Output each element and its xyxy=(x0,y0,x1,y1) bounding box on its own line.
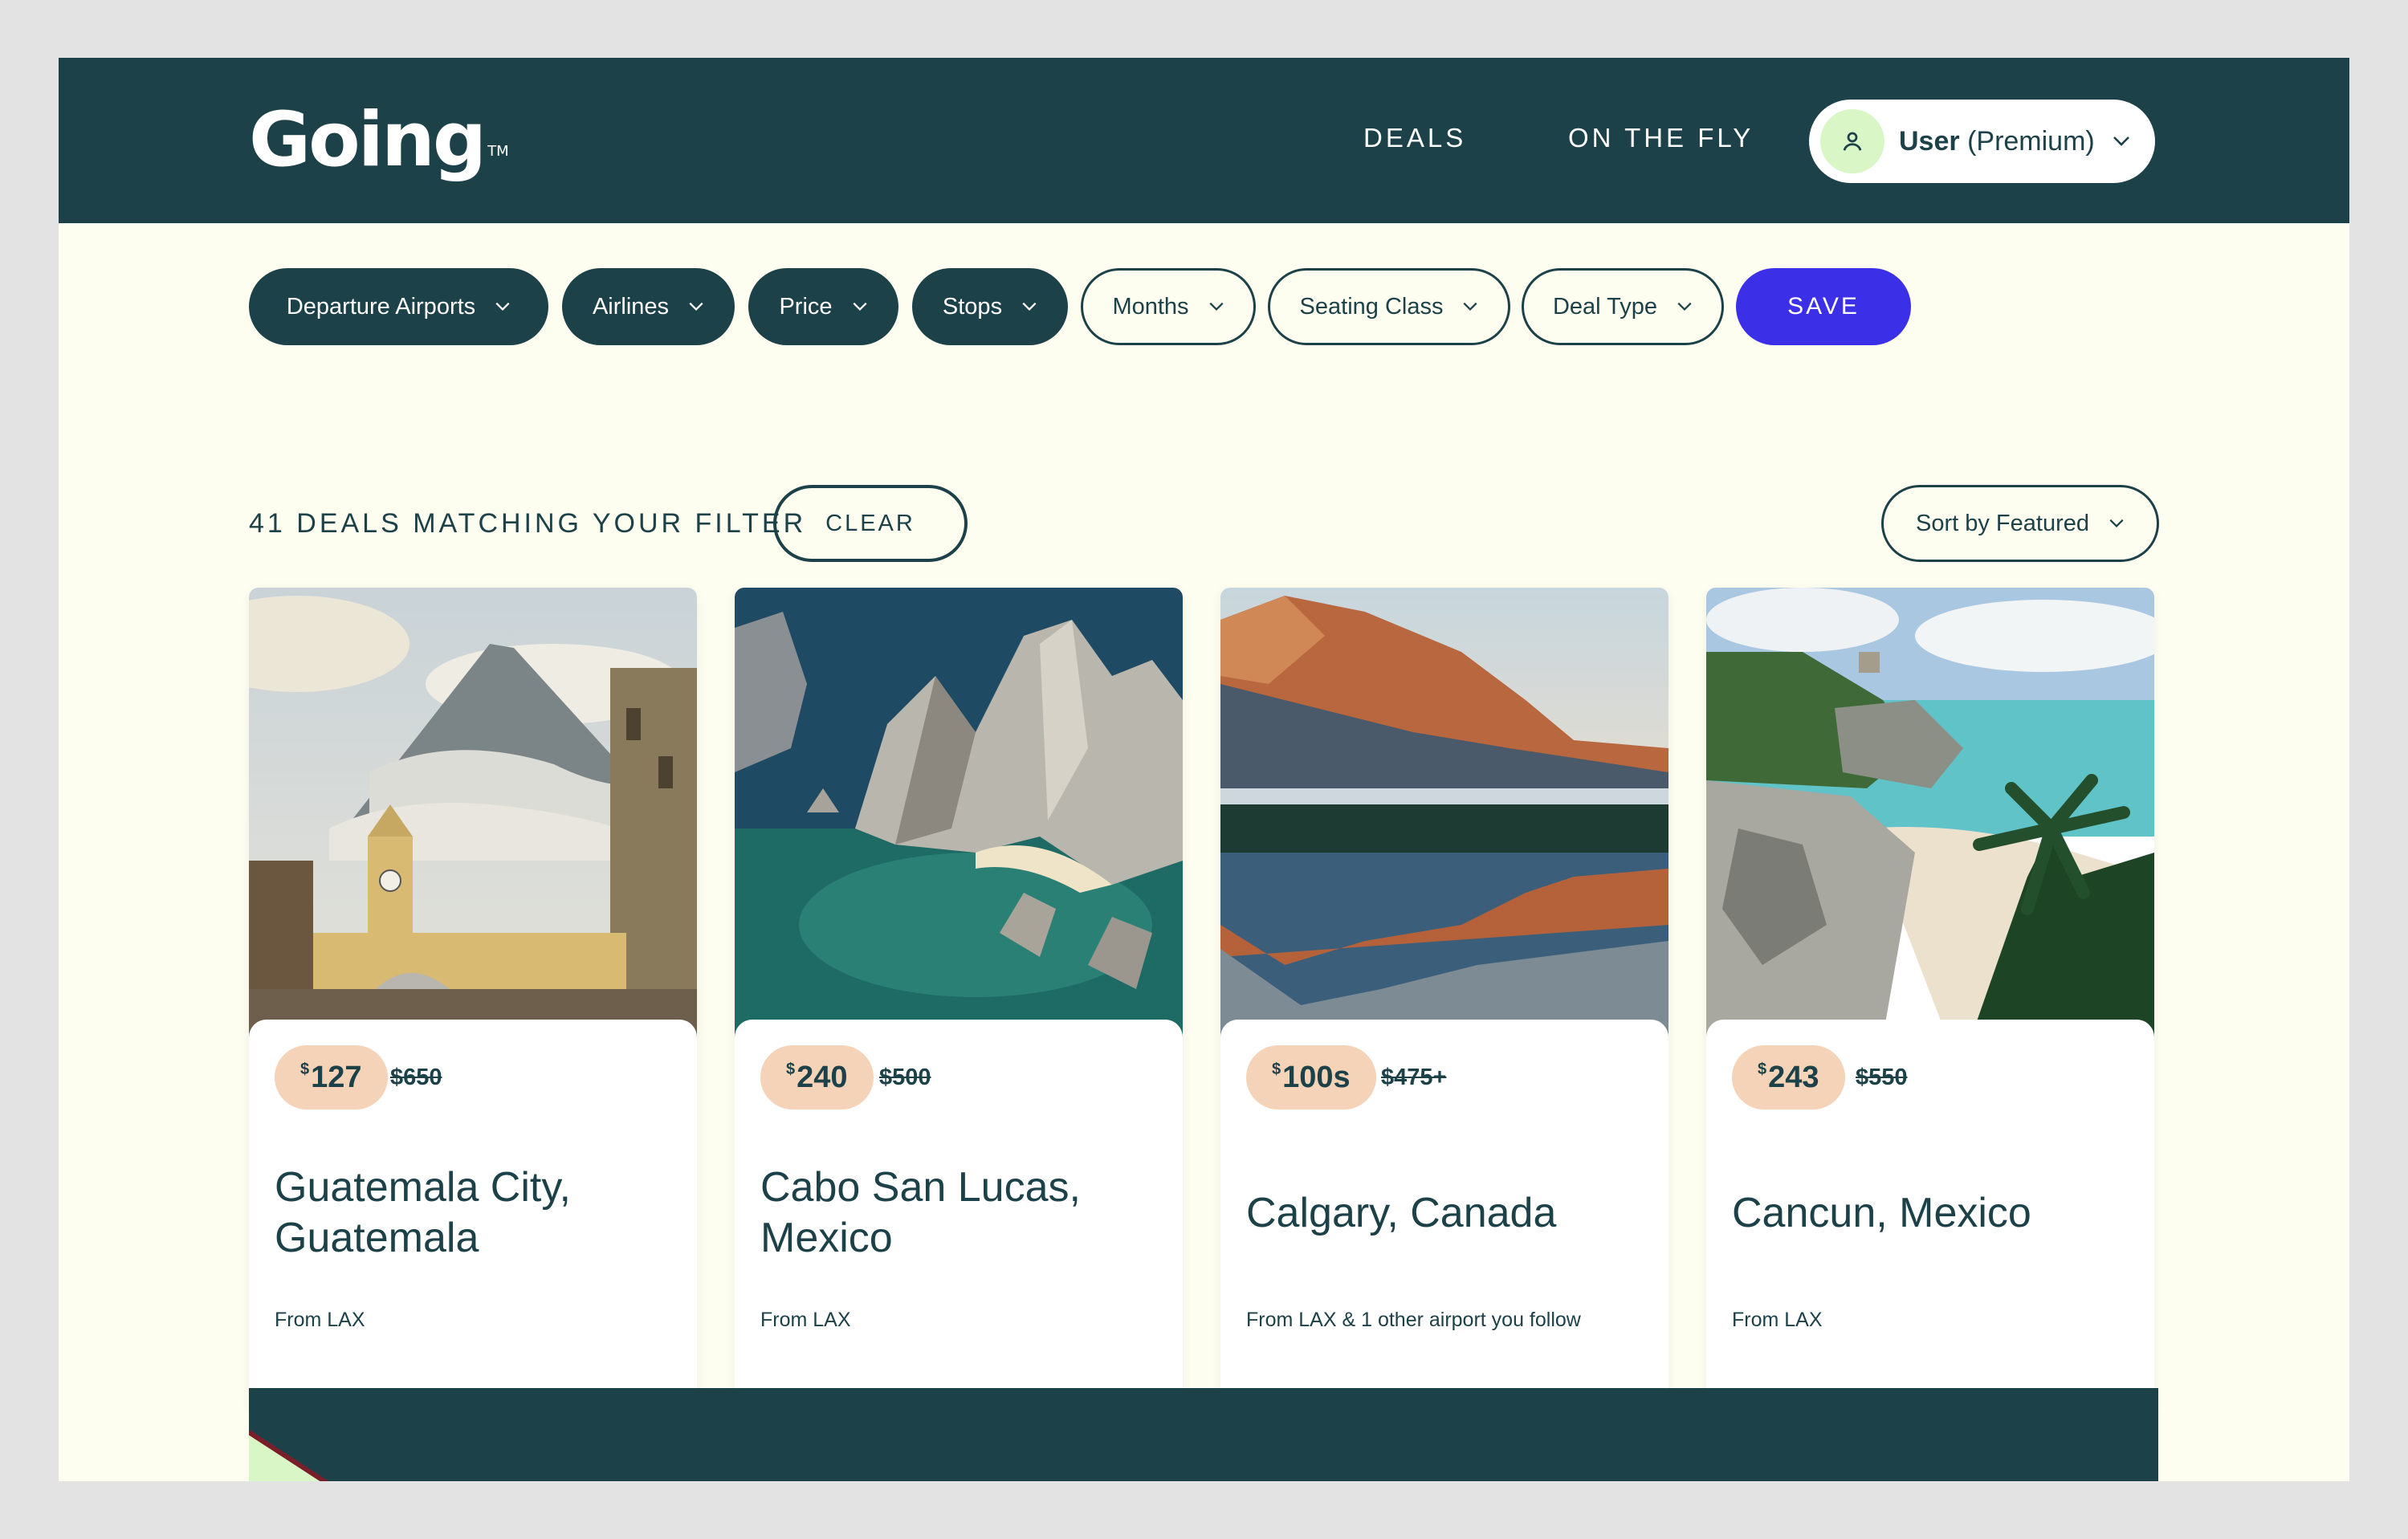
filter-label: Airlines xyxy=(592,293,670,320)
filter-label: Seating Class xyxy=(1299,293,1444,320)
nav-on-the-fly-link[interactable]: ON THE FLY xyxy=(1568,122,1754,154)
deal-price: 243 xyxy=(1768,1060,1819,1094)
chevron-down-icon xyxy=(495,302,510,311)
chevron-down-icon xyxy=(2113,136,2129,146)
filter-months[interactable]: Months xyxy=(1081,268,1256,345)
deal-card-body: $127 $650 Guatemala City, Guatemala From … xyxy=(249,1020,697,1409)
filter-label: Price xyxy=(779,293,833,320)
sort-dropdown[interactable]: Sort by Featured xyxy=(1881,485,2159,562)
deal-price: 100s xyxy=(1282,1060,1351,1094)
chevron-down-icon xyxy=(2109,519,2124,528)
calgary-mountain-lake-image xyxy=(1220,588,1668,1037)
cancun-beach-palm-image xyxy=(1706,588,2154,1037)
currency-symbol: $ xyxy=(1272,1060,1281,1078)
guatemala-arch-volcano-image xyxy=(249,588,697,1037)
filter-deal-type[interactable]: Deal Type xyxy=(1522,268,1724,345)
chevron-down-icon xyxy=(1209,302,1224,311)
user-name: User xyxy=(1899,125,1960,157)
top-header: Going TM DEALS ON THE FLY User (Premium) xyxy=(59,58,2349,223)
deal-price: 127 xyxy=(311,1060,362,1094)
currency-symbol: $ xyxy=(300,1060,310,1078)
deal-card-cancun[interactable]: $243 $550 Cancun, Mexico From LAX xyxy=(1706,588,2154,1409)
going-logo[interactable]: Going TM xyxy=(249,96,509,185)
cabo-rocks-sea-image xyxy=(735,588,1183,1037)
deal-card-calgary[interactable]: $100s $475+ Calgary, Canada From LAX & 1… xyxy=(1220,588,1668,1409)
user-menu-button[interactable]: User (Premium) xyxy=(1809,100,2155,183)
destination-name: Calgary, Canada xyxy=(1246,1188,1648,1239)
deal-card-body: $243 $550 Cancun, Mexico From LAX xyxy=(1706,1020,2154,1409)
chevron-down-icon xyxy=(1022,302,1037,311)
departure-info: From LAX xyxy=(760,1309,851,1331)
logo-text: Going xyxy=(249,96,487,184)
chevron-down-icon xyxy=(1677,302,1692,311)
user-icon xyxy=(1843,132,1862,151)
user-plan: (Premium) xyxy=(1967,125,2095,157)
destination-line-1: Guatemala City, xyxy=(275,1164,571,1211)
filter-departure-airports[interactable]: Departure Airports xyxy=(249,268,548,345)
price-badge: $127 xyxy=(275,1045,388,1109)
avatar xyxy=(1820,109,1884,173)
price-badge: $243 xyxy=(1732,1045,1845,1109)
deals-count-label: 41 DEALS MATCHING YOUR FILTER xyxy=(249,508,807,539)
clear-filters-button[interactable]: CLEAR xyxy=(773,485,968,562)
deal-price: 240 xyxy=(797,1060,848,1094)
destination-name: Cancun, Mexico xyxy=(1732,1188,2133,1239)
filter-stops[interactable]: Stops xyxy=(912,268,1068,345)
filter-label: Stops xyxy=(942,293,1003,320)
promo-banner xyxy=(249,1388,2158,1481)
departure-info: From LAX xyxy=(1732,1309,1823,1331)
logo-trademark: TM xyxy=(487,143,509,160)
price-badge: $240 xyxy=(760,1045,874,1109)
user-name-label: User (Premium) xyxy=(1899,126,2095,157)
filter-label: Deal Type xyxy=(1552,293,1658,320)
filter-label: Months xyxy=(1112,293,1189,320)
chevron-down-icon xyxy=(853,302,867,311)
filter-label: Departure Airports xyxy=(286,293,476,320)
filter-price[interactable]: Price xyxy=(748,268,898,345)
original-price: $500 xyxy=(879,1065,931,1090)
price-badge: $100s xyxy=(1246,1045,1376,1109)
destination-name: Guatemala City, Guatemala xyxy=(275,1162,676,1264)
currency-symbol: $ xyxy=(1758,1060,1767,1078)
destination-line-2: Guatemala xyxy=(275,1215,479,1261)
save-button[interactable]: SAVE xyxy=(1736,268,1911,345)
nav-deals-link[interactable]: DEALS xyxy=(1363,122,1466,154)
sort-label: Sort by Featured xyxy=(1916,510,2089,536)
destination-line-1: Calgary, Canada xyxy=(1246,1190,1557,1236)
destination-line-1: Cancun, Mexico xyxy=(1732,1190,2031,1236)
deal-card-body: $240 $500 Cabo San Lucas, Mexico From LAX xyxy=(735,1020,1183,1409)
chevron-down-icon xyxy=(1463,302,1477,311)
deal-card-guatemala[interactable]: $127 $650 Guatemala City, Guatemala From … xyxy=(249,588,697,1409)
filter-airlines[interactable]: Airlines xyxy=(562,268,735,345)
deal-card-cabo-san-lucas[interactable]: $240 $500 Cabo San Lucas, Mexico From LAX xyxy=(735,588,1183,1409)
original-price: $475+ xyxy=(1381,1065,1447,1090)
destination-line-1: Cabo San Lucas, xyxy=(760,1164,1081,1211)
banner-decoration xyxy=(249,1430,329,1481)
deal-card-body: $100s $475+ Calgary, Canada From LAX & 1… xyxy=(1220,1020,1668,1409)
chevron-down-icon xyxy=(689,302,703,311)
currency-symbol: $ xyxy=(786,1060,796,1078)
departure-info: From LAX xyxy=(275,1309,365,1331)
filter-seating-class[interactable]: Seating Class xyxy=(1268,268,1510,345)
original-price: $550 xyxy=(1856,1065,1908,1090)
departure-info: From LAX & 1 other airport you follow xyxy=(1246,1309,1581,1331)
destination-line-2: Mexico xyxy=(760,1215,893,1261)
destination-name: Cabo San Lucas, Mexico xyxy=(760,1162,1162,1264)
app-frame: Going TM DEALS ON THE FLY User (Premium) … xyxy=(59,58,2349,1481)
original-price: $650 xyxy=(390,1065,442,1090)
